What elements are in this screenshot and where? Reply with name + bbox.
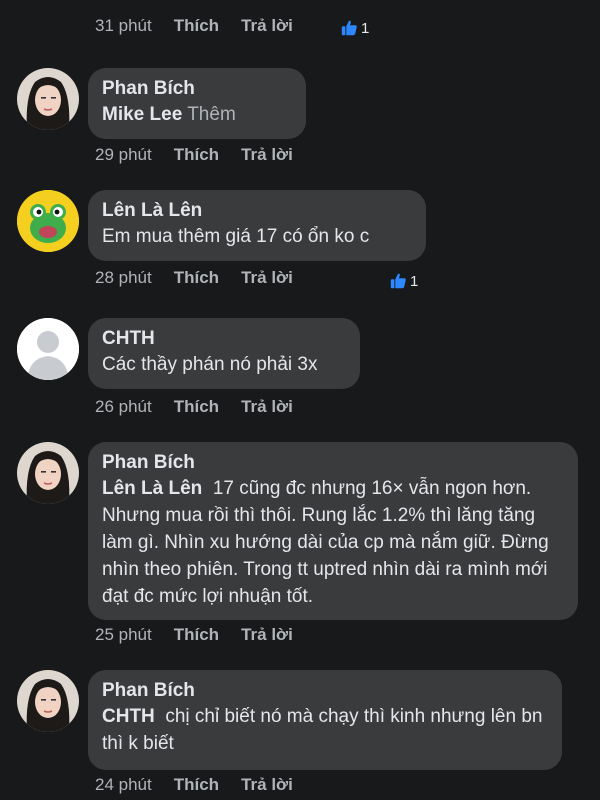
- mention-tag[interactable]: Lên Là Lên: [102, 478, 202, 499]
- comment-author[interactable]: Phan Bích: [102, 77, 292, 101]
- comment-bubble: Lên Là Lên Em mua thêm giá 17 có ổn ko c: [88, 190, 426, 261]
- comment-meta: 25 phút Thích Trả lời: [95, 625, 315, 645]
- like-button[interactable]: Thích: [174, 397, 219, 417]
- see-more-link[interactable]: Thêm: [187, 104, 236, 125]
- reaction-count[interactable]: 1: [340, 19, 369, 37]
- comment-bubble: CHTH Các thầy phán nó phải 3x: [88, 318, 360, 389]
- comment-time: 25 phút: [95, 625, 152, 644]
- reply-button[interactable]: Trả lời: [241, 145, 293, 165]
- comment-time: 29 phút: [95, 145, 152, 164]
- reply-button[interactable]: Trả lời: [241, 268, 293, 288]
- comment-author[interactable]: Lên Là Lên: [102, 199, 412, 223]
- comment-bubble: Phan Bích Mike Lee Thêm: [88, 68, 306, 139]
- comment-bubble: Phan Bích CHTH chị chỉ biết nó mà chạy t…: [88, 670, 562, 770]
- reply-button[interactable]: Trả lời: [241, 397, 293, 417]
- profile-photo-icon: [17, 670, 79, 732]
- comment-author[interactable]: CHTH: [102, 327, 346, 351]
- comment-body: chị chỉ biết nó mà chạy thì kinh nhưng l…: [102, 706, 543, 754]
- like-button[interactable]: Thích: [174, 625, 219, 645]
- avatar[interactable]: [17, 68, 79, 130]
- comment-meta: 31 phút Thích Trả lời: [95, 16, 315, 36]
- comment-author[interactable]: Phan Bích: [102, 451, 564, 475]
- comment-meta: 24 phút Thích Trả lời: [95, 775, 315, 795]
- reply-button[interactable]: Trả lời: [241, 625, 293, 645]
- profile-photo-icon: [17, 442, 79, 504]
- comment-meta: 26 phút Thích Trả lời: [95, 397, 315, 417]
- like-button[interactable]: Thích: [174, 145, 219, 165]
- comment-time: 24 phút: [95, 775, 152, 794]
- avatar[interactable]: [17, 318, 79, 380]
- avatar[interactable]: [17, 670, 79, 732]
- avatar[interactable]: [17, 442, 79, 504]
- comment-text: Em mua thêm giá 17 có ổn ko c: [102, 226, 370, 247]
- comment-time: 28 phút: [95, 268, 152, 287]
- mention-tag[interactable]: CHTH: [102, 706, 155, 727]
- profile-photo-icon: [17, 68, 79, 130]
- default-avatar-icon: [17, 318, 79, 380]
- comment-text: CHTH chị chỉ biết nó mà chạy thì kinh nh…: [102, 703, 548, 757]
- reaction-number: 1: [410, 272, 419, 290]
- comment-text: Lên Là Lên 17 cũng đc nhưng 16× vẫn ngon…: [102, 475, 564, 610]
- avatar[interactable]: [17, 190, 79, 252]
- like-button[interactable]: Thích: [174, 16, 219, 36]
- like-button[interactable]: Thích: [174, 775, 219, 795]
- comment-text: Các thầy phán nó phải 3x: [102, 354, 318, 375]
- thumbs-up-icon: [341, 20, 357, 36]
- reaction-count[interactable]: 1: [389, 272, 418, 290]
- comment-bubble: Phan Bích Lên Là Lên 17 cũng đc nhưng 16…: [88, 442, 578, 620]
- like-button[interactable]: Thích: [174, 268, 219, 288]
- frog-icon: [17, 190, 79, 252]
- comment-meta: 28 phút Thích Trả lời: [95, 268, 315, 288]
- comment-time: 31 phút: [95, 16, 152, 35]
- thumbs-up-icon: [390, 273, 406, 289]
- reply-button[interactable]: Trả lời: [241, 16, 293, 36]
- mention-tag[interactable]: Mike Lee: [102, 104, 182, 125]
- comment-author[interactable]: Phan Bích: [102, 679, 548, 703]
- comment-meta: 29 phút Thích Trả lời: [95, 145, 315, 165]
- reply-button[interactable]: Trả lời: [241, 775, 293, 795]
- reaction-number: 1: [361, 19, 370, 37]
- comment-time: 26 phút: [95, 397, 152, 416]
- comment-text: Mike Lee Thêm: [102, 101, 292, 128]
